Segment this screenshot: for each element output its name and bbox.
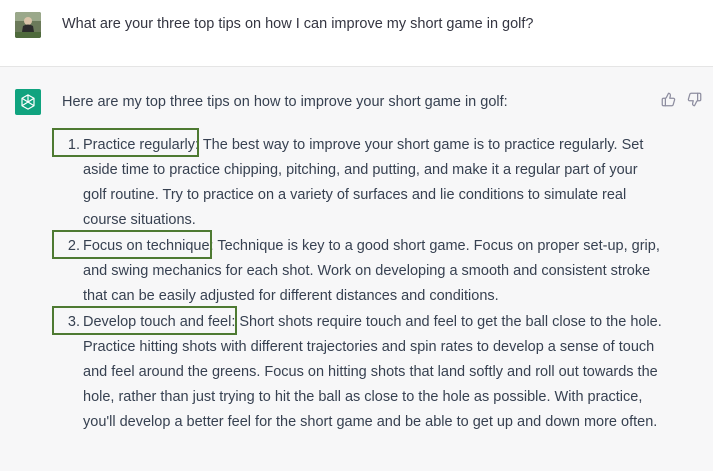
user-avatar xyxy=(15,12,41,38)
tip-text: Focus on technique: Technique is key to … xyxy=(83,234,663,309)
assistant-message-row: Here are my top three tips on how to imp… xyxy=(0,67,713,471)
tip-1: 1. Practice regularly: The best way to i… xyxy=(62,133,662,233)
assistant-intro: Here are my top three tips on how to imp… xyxy=(62,94,508,110)
openai-logo-icon xyxy=(15,89,41,115)
tip-title: Practice regularly: xyxy=(83,137,200,153)
user-message-row: What are your three top tips on how I ca… xyxy=(0,0,713,67)
tip-number: 1. xyxy=(67,137,80,153)
tip-3: 3. Develop touch and feel: Short shots r… xyxy=(62,310,662,460)
thumbs-down-icon[interactable] xyxy=(686,91,702,107)
tip-title: Focus on technique: xyxy=(83,238,214,254)
tip-number: 2. xyxy=(67,238,80,254)
user-message-text: What are your three top tips on how I ca… xyxy=(62,16,534,32)
tip-number: 3. xyxy=(67,314,80,330)
tip-text: Develop touch and feel: Short shots requ… xyxy=(83,310,663,435)
thumbs-up-icon[interactable] xyxy=(660,91,676,107)
tip-text: Practice regularly: The best way to impr… xyxy=(83,133,663,233)
tip-title: Develop touch and feel: xyxy=(83,314,236,330)
tip-description: Short shots require touch and feel to ge… xyxy=(83,314,662,430)
tip-2: 2. Focus on technique: Technique is key … xyxy=(62,234,662,309)
